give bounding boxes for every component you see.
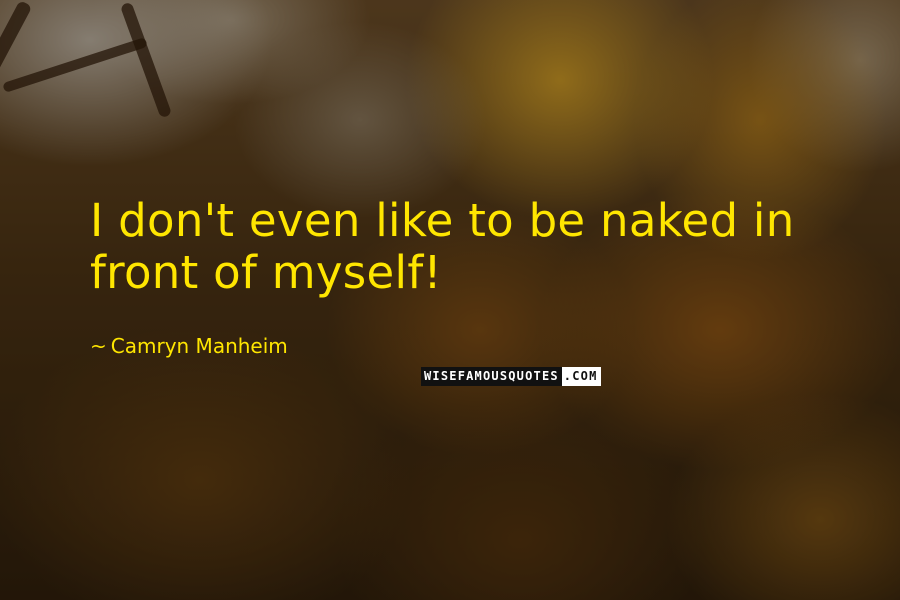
quote-author: ~ Camryn Manheim [90,334,288,358]
author-prefix: ~ [90,334,107,358]
author-name: Camryn Manheim [110,334,288,358]
background-overlay [0,0,900,600]
watermark-suffix: .COM [561,367,601,386]
quote-image: I don't even like to be naked in front o… [0,0,900,600]
quote-text: I don't even like to be naked in front o… [90,194,795,299]
watermark-main: WISEFAMOUSQUOTES [421,367,562,386]
watermark-logo: WISEFAMOUSQUOTES .COM [421,367,601,386]
